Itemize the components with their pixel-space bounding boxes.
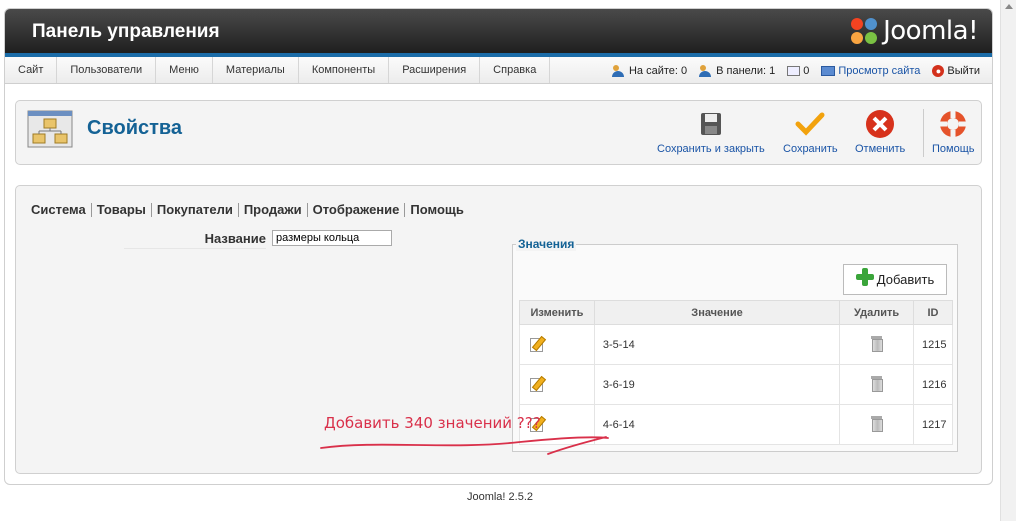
page-scrollbar[interactable] [1000, 0, 1016, 521]
header-bar: Панель управления Joomla! [5, 9, 992, 57]
joomla-logo: Joomla! [849, 16, 978, 46]
delete-cell [839, 324, 914, 365]
messages-status[interactable]: 0 [787, 65, 809, 77]
main-menu: Сайт Пользователи Меню Материалы Компоне… [5, 57, 992, 84]
add-value-label: Добавить [876, 272, 935, 287]
online-admin-status: В панели: 1 [699, 64, 776, 77]
menu-item-menus[interactable]: Меню [156, 57, 213, 83]
tab-display[interactable]: Отображение [308, 203, 406, 217]
menu-item-site[interactable]: Сайт [5, 57, 58, 83]
monitor-icon [821, 65, 836, 76]
logout-text: Выйти [947, 64, 980, 77]
column-header-id: ID [913, 300, 953, 325]
checkmark-icon [795, 112, 825, 136]
view-site-text: Просмотр сайта [838, 64, 921, 77]
column-header-value: Значение [593, 300, 841, 325]
table-header-row: Изменить Значение Удалить ID [519, 300, 953, 325]
edit-cell [519, 324, 595, 365]
logout-icon: ● [932, 64, 945, 77]
menu-item-content[interactable]: Материалы [213, 57, 299, 83]
toolbar-divider [923, 109, 924, 157]
values-fieldset: Значения Добавить Изменить Значение Удал… [512, 237, 958, 452]
save-close-button[interactable]: Сохранить и закрыть [657, 109, 765, 155]
column-header-edit: Изменить [519, 300, 595, 325]
id-cell: 1217 [913, 404, 953, 445]
id-cell: 1216 [913, 364, 953, 405]
save-label: Сохранить [783, 143, 838, 155]
page-title: Свойства [87, 117, 183, 139]
plus-icon [855, 267, 874, 286]
users-icon [611, 64, 626, 77]
id-cell: 1215 [913, 324, 953, 365]
edit-icon[interactable] [530, 376, 545, 392]
edit-icon[interactable] [530, 336, 545, 352]
save-button[interactable]: Сохранить [783, 109, 838, 155]
name-label: Название [124, 231, 266, 249]
status-area: На сайте: 0 В панели: 1 0 Просмотр сайта… [611, 57, 980, 84]
footer-version: Joomla! 2.5.2 [466, 491, 534, 503]
properties-icon [27, 110, 73, 148]
messages-count: 0 [803, 64, 810, 77]
online-site-text: На сайте: 0 [628, 64, 688, 77]
menu-item-help[interactable]: Справка [480, 57, 551, 83]
header-title: Панель управления [32, 21, 220, 42]
tab-sales[interactable]: Продажи [239, 203, 308, 217]
table-row: 4-6-14 1217 [519, 404, 953, 445]
tab-system[interactable]: Система [31, 203, 92, 217]
trash-icon[interactable] [870, 416, 883, 432]
logout-link[interactable]: ● Выйти [932, 64, 980, 77]
help-button[interactable]: Помощь [932, 109, 975, 155]
joomla-logo-icon [849, 16, 879, 46]
trash-icon[interactable] [870, 336, 883, 352]
mail-icon [787, 65, 801, 76]
value-cell: 4-6-14 [593, 404, 841, 445]
table-row: 3-5-14 1215 [519, 324, 953, 365]
floppy-icon [700, 113, 721, 135]
online-admin-text: В панели: 1 [716, 64, 776, 77]
cancel-button[interactable]: Отменить [855, 109, 905, 155]
menu-item-users[interactable]: Пользователи [57, 57, 157, 83]
value-cell: 3-5-14 [593, 324, 841, 365]
add-value-button[interactable]: Добавить [843, 264, 947, 295]
table-row: 3-6-19 1216 [519, 364, 953, 405]
name-field[interactable] [272, 230, 392, 246]
value-cell: 3-6-19 [593, 364, 841, 405]
delete-cell [839, 364, 914, 405]
values-legend: Значения [516, 237, 577, 251]
values-table: Изменить Значение Удалить ID 3-5-14 1215 [519, 300, 953, 445]
tab-products[interactable]: Товары [92, 203, 152, 217]
view-site-link[interactable]: Просмотр сайта [821, 65, 920, 77]
lifebuoy-icon [940, 111, 967, 137]
logo-text: Joomla! [883, 16, 978, 46]
menu-item-extensions[interactable]: Расширения [389, 57, 481, 83]
admin-users-icon [699, 64, 713, 77]
help-label: Помощь [932, 143, 975, 155]
edit-cell [519, 364, 595, 405]
scroll-up-arrow-icon[interactable] [1005, 4, 1013, 9]
delete-cell [839, 404, 914, 445]
column-header-delete: Удалить [839, 300, 914, 325]
save-close-label: Сохранить и закрыть [657, 143, 765, 155]
toolbar: Свойства Сохранить и закрыть Сохранить О… [15, 100, 982, 165]
menu-item-components[interactable]: Компоненты [299, 57, 390, 83]
tab-customers[interactable]: Покупатели [152, 203, 239, 217]
tab-bar: Система Товары Покупатели Продажи Отобра… [31, 203, 469, 217]
online-site-status: На сайте: 0 [611, 64, 688, 77]
cancel-label: Отменить [855, 143, 906, 155]
tab-help[interactable]: Помощь [405, 203, 468, 217]
handwritten-annotation: Добавить 340 значений ??? [324, 414, 541, 432]
cancel-icon [866, 110, 895, 138]
trash-icon[interactable] [870, 376, 883, 392]
